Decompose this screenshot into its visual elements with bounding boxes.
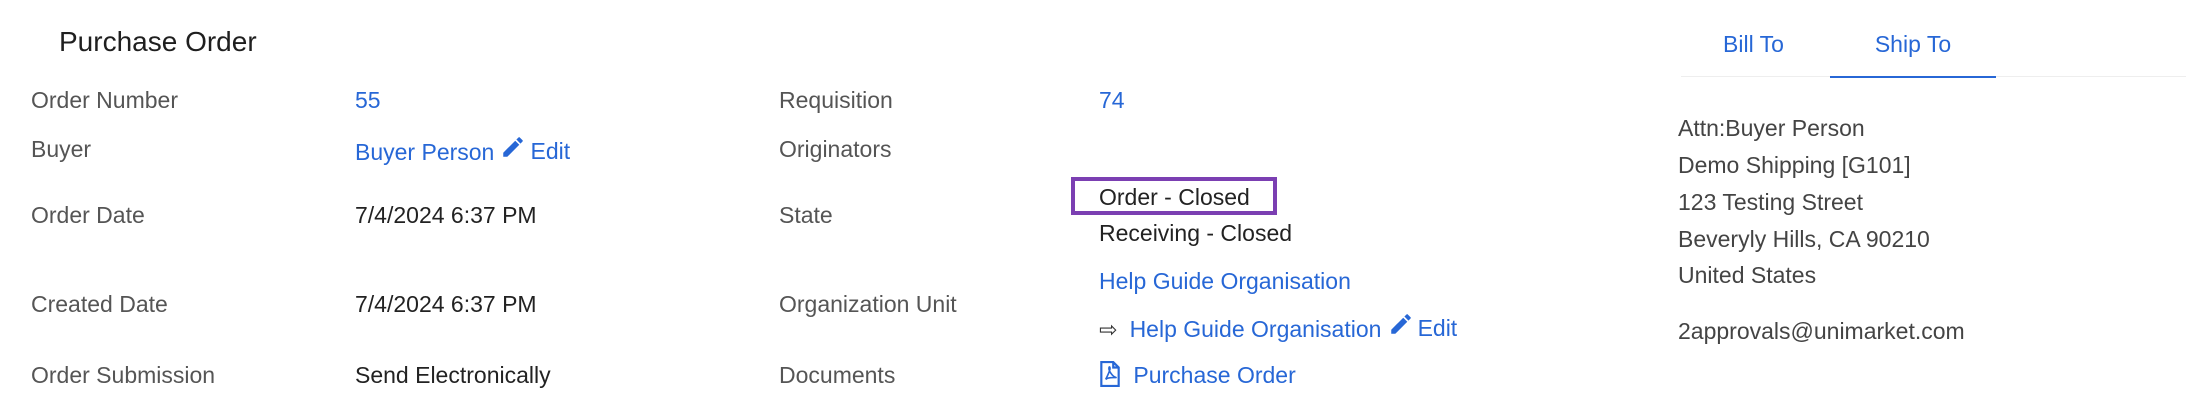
purchase-order-document-link[interactable]: Purchase Order: [1099, 360, 1296, 390]
ship-to-attention: Attn:Buyer Person: [1678, 115, 1865, 141]
page-title: Purchase Order: [59, 26, 257, 57]
organization-unit-edit-button[interactable]: Edit: [1388, 311, 1458, 344]
receiving-state-value: Receiving - Closed: [1099, 220, 1293, 246]
tab-bill-to[interactable]: Bill To: [1681, 20, 1826, 76]
purchase-order-page: Purchase Order Order Number 55 Buyer Buy…: [0, 0, 2187, 404]
ship-to-street: 123 Testing Street: [1678, 189, 1863, 215]
originators-label: Originators: [779, 136, 892, 162]
pdf-file-icon: [1099, 361, 1133, 388]
organization-unit-link[interactable]: Help Guide Organisation: [1099, 266, 1351, 296]
organization-unit-label: Organization Unit: [779, 291, 957, 317]
created-date-value: 7/4/2024 6:37 PM: [355, 291, 537, 317]
address-tabs: Bill To Ship To: [1681, 20, 2186, 78]
buyer-label: Buyer: [31, 136, 92, 162]
purchase-order-document-label: Purchase Order: [1133, 362, 1296, 388]
requisition-link[interactable]: 74: [1099, 85, 1125, 115]
tab-ship-to[interactable]: Ship To: [1830, 20, 1996, 78]
buyer-edit-label: Edit: [530, 137, 571, 164]
buyer-value: Buyer Person Edit: [355, 134, 570, 168]
ship-to-location: Demo Shipping [G101]: [1678, 152, 1911, 178]
documents-label: Documents: [779, 362, 896, 388]
ship-to-city: Beveryly Hills, CA 90210: [1678, 226, 1930, 252]
pencil-icon: [500, 134, 526, 167]
order-date-value: 7/4/2024 6:37 PM: [355, 202, 537, 228]
ship-to-email: 2approvals@unimarket.com: [1678, 318, 1965, 344]
arrow-right-icon: ⇨: [1099, 317, 1118, 342]
pencil-icon: [1388, 311, 1414, 344]
ship-to-country: United States: [1678, 262, 1817, 288]
buyer-link[interactable]: Buyer Person: [355, 139, 494, 165]
organization-unit-secondary: ⇨ Help Guide Organisation Edit: [1099, 311, 1457, 345]
state-label: State: [779, 202, 833, 228]
order-state-value: Order - Closed: [1099, 184, 1250, 210]
order-submission-value: Send Electronically: [355, 362, 551, 388]
order-number-label: Order Number: [31, 87, 178, 113]
buyer-edit-button[interactable]: Edit: [500, 134, 570, 167]
organization-unit-secondary-link[interactable]: Help Guide Organisation: [1130, 316, 1382, 342]
created-date-label: Created Date: [31, 291, 168, 317]
organization-unit-edit-label: Edit: [1417, 314, 1458, 341]
order-number-link[interactable]: 55: [355, 85, 381, 115]
order-submission-label: Order Submission: [31, 362, 216, 388]
requisition-label: Requisition: [779, 87, 893, 113]
order-date-label: Order Date: [31, 202, 145, 228]
